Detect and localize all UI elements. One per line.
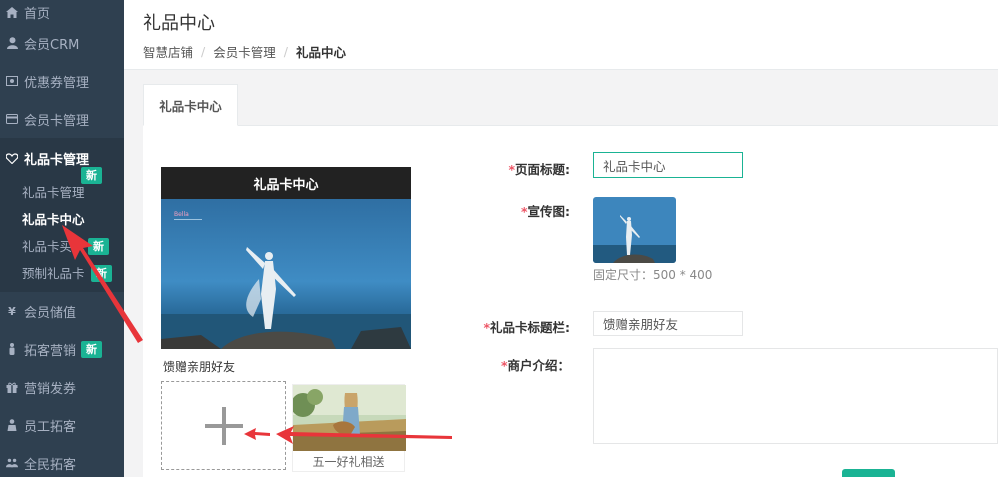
sidebar-subitem-label: 礼品卡管理 [22,185,85,200]
sidebar-item-label: 礼品卡管理 [24,152,90,168]
home-icon [6,6,18,18]
sidebar-item-label: 营销发券 [24,381,77,397]
person-icon [6,343,18,355]
tab-bar: 礼品卡中心 [143,84,998,126]
page-header: 礼品中心 智慧店铺 / 会员卡管理 / 礼品中心 [124,0,998,70]
merchant-intro-label: *商户介绍： [500,358,570,373]
sidebar-item-staff-acquisition[interactable]: 员工拓客 [0,406,124,444]
svg-text:Bella: Bella [174,211,189,218]
breadcrumb-item[interactable]: 智慧店铺 [143,42,193,61]
sidebar-item-marketing-coupons[interactable]: 营销发券 [0,368,124,406]
sidebar-item-crm[interactable]: 会员CRM [0,24,124,62]
sidebar-item-home[interactable]: 首页 [0,0,124,24]
sidebar-item-label: 全民拓客 [24,457,77,473]
add-card-button[interactable] [161,381,286,470]
preview-banner-image: Bella [161,199,411,349]
breadcrumb-separator: / [201,44,206,59]
sidebar-item-label: 员工拓客 [24,419,77,435]
new-badge: 新 [81,341,102,358]
staff-icon [6,419,18,431]
coupon-icon [6,75,18,87]
gift-card-caption: 五一好礼相送 [312,455,385,469]
promo-image-thumbnail[interactable] [593,197,676,263]
sidebar-item-label: 首页 [24,6,51,22]
sidebar-item-acquisition[interactable]: 拓客营销 新 [0,330,124,368]
sidebar-item-all-acquisition[interactable]: 全民拓客 [0,444,124,477]
sidebar-subitem-label: 预制礼品卡 [22,266,85,281]
promo-image-hint: 固定尺寸：500 * 400 [593,268,713,282]
card-icon [6,113,18,125]
sidebar-subitem-label: 礼品卡买单 [22,239,85,254]
card-title-bar-input[interactable]: 馈赠亲朋好友 [593,311,743,336]
user-icon [6,37,18,49]
sidebar-item-label: 会员CRM [24,37,80,53]
page-title-input[interactable]: 礼品卡中心 [593,152,743,178]
breadcrumb: 智慧店铺 / 会员卡管理 / 礼品中心 [143,42,998,61]
breadcrumb-item[interactable]: 会员卡管理 [213,42,276,61]
sidebar-item-gift-cards[interactable]: 礼品卡管理 新 [0,138,124,184]
page-title: 礼品中心 [143,13,215,34]
promo-image-label: *宣传图: [520,204,570,219]
sidebar-item-label: 会员储值 [24,305,77,321]
breadcrumb-current: 礼品中心 [295,45,346,60]
sidebar: 首页 会员CRM 优惠券管理 会员卡管理 礼品卡管理 新 礼品卡管理 礼品卡中心 [0,0,124,477]
breadcrumb-separator: / [283,44,288,59]
preview-card-title: 馈赠亲朋好友 [163,360,236,374]
new-badge: 新 [88,238,109,255]
new-badge: 新 [91,265,112,282]
sidebar-subitem-gift-card-center[interactable]: 礼品卡中心 [0,205,124,232]
gift-card-submenu: 礼品卡管理 礼品卡中心 礼品卡买单 新 预制礼品卡 新 [0,178,124,292]
sidebar-subitem-gift-card-manage[interactable]: 礼品卡管理 [0,178,124,205]
sidebar-item-label: 拓客营销 [24,343,77,359]
heart-icon [6,152,18,164]
sidebar-item-coupons[interactable]: 优惠券管理 [0,62,124,100]
sidebar-subitem-preset-gift-card[interactable]: 预制礼品卡 新 [0,259,124,286]
yen-icon: ¥ [8,304,16,318]
gift-icon [6,381,18,393]
save-button[interactable] [842,469,895,477]
sidebar-item-label: 会员卡管理 [24,113,90,129]
sidebar-item-stored-value[interactable]: ¥ 会员储值 [0,292,124,330]
sidebar-item-member-cards[interactable]: 会员卡管理 [0,100,124,138]
gift-card-item[interactable]: 五一好礼相送 [292,384,406,472]
sidebar-item-label: 优惠券管理 [24,75,90,91]
preview-title-bar: 礼品卡中心 [161,167,411,199]
sidebar-subitem-label: 礼品卡中心 [22,212,85,227]
tab-gift-card-center[interactable]: 礼品卡中心 [143,84,238,126]
group-icon [6,457,18,469]
merchant-intro-textarea[interactable] [593,348,998,444]
sidebar-subitem-gift-card-checkout[interactable]: 礼品卡买单 新 [0,232,124,259]
gift-card-image [293,385,406,451]
page-title-label: *页面标题: [508,162,570,177]
plus-icon [204,406,243,445]
card-title-bar-label: *礼品卡标题栏: [483,320,570,335]
